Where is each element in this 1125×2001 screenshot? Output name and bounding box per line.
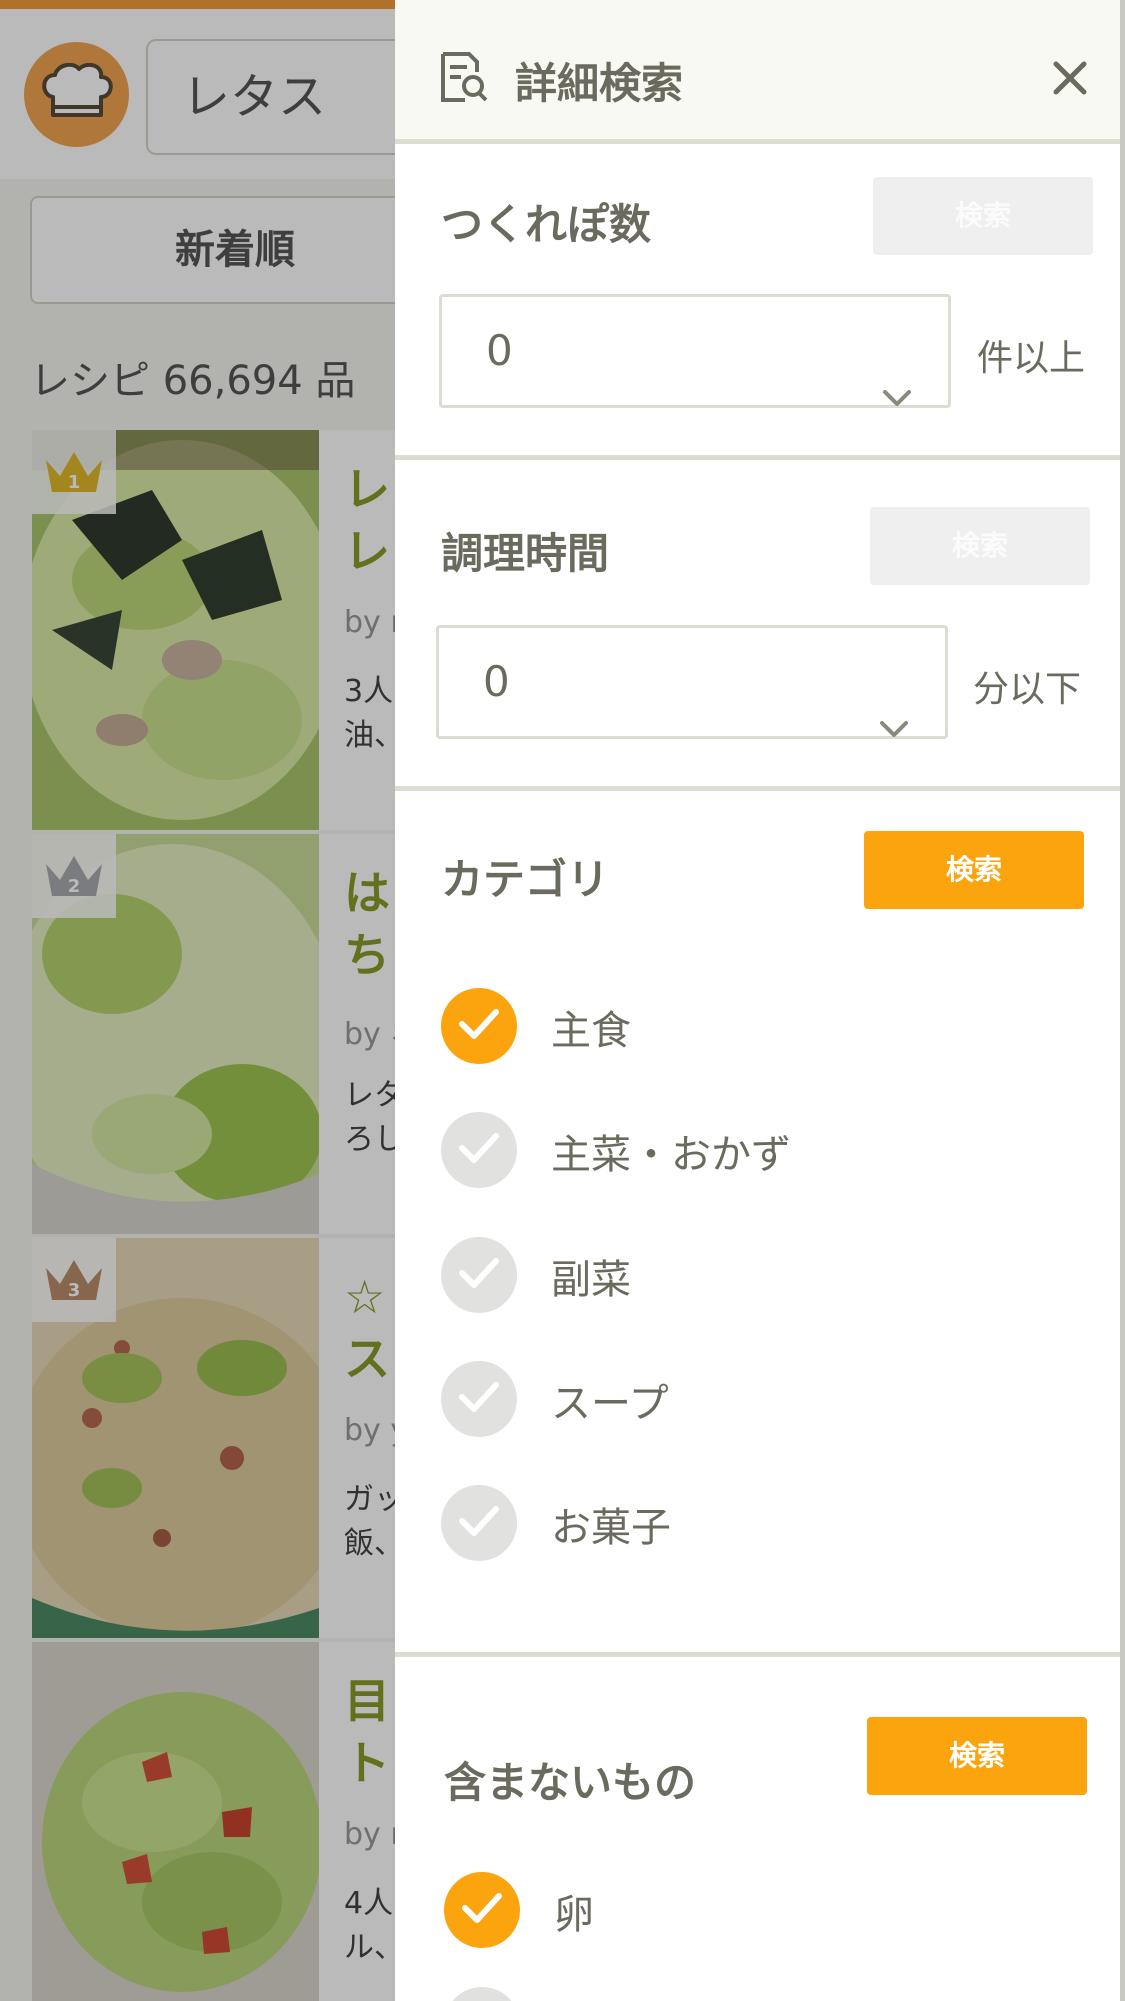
cooking-time-title: 調理時間 [441,529,610,578]
chevron-down-icon [882,339,912,447]
checkbox-unchecked[interactable] [441,1237,517,1313]
advanced-search-drawer: 詳細検索 つくれぽ数 検索 0 件以上 調理時間 検索 0 分以下 カテゴリ 検… [395,0,1125,2001]
category-title: カテゴリ [441,855,610,904]
checkbox-label: 卵 [554,1892,594,1938]
drawer-edge-shadow [1120,0,1125,2001]
checkbox-label: お菓子 [551,1505,671,1551]
cooking-time-select[interactable]: 0 [436,625,948,739]
checkmark-icon [460,1891,504,1929]
tsukurepo-search-button[interactable]: 検索 [873,177,1093,255]
checkmark-icon [457,1380,501,1418]
cooking-time-unit: 分以下 [973,669,1082,710]
checkbox-label: 副菜 [551,1257,631,1303]
drawer-header: 詳細検索 [395,0,1125,144]
tsukurepo-title: つくれぽ数 [441,200,652,249]
document-search-icon [439,50,489,108]
tsukurepo-select[interactable]: 0 [439,294,951,408]
checkbox-label: 主菜・おかず [551,1132,791,1178]
cooking-time-select-value: 0 [483,657,510,706]
chevron-down-icon [879,670,909,778]
checkbox-unchecked[interactable] [444,1987,520,2001]
checkbox-label: 主食 [551,1008,631,1054]
checkbox-unchecked[interactable] [441,1485,517,1561]
checkmark-icon [457,1131,501,1169]
tsukurepo-unit: 件以上 [977,338,1086,379]
exclude-section: 含まないもの 検索 卵 [395,1657,1125,2001]
category-section: カテゴリ 検索 主食 主菜・おかず 副菜 スープ お菓子 [395,791,1125,1651]
tsukurepo-section: つくれぽ数 検索 0 件以上 [395,149,1125,457]
tsukurepo-select-value: 0 [486,326,513,375]
cooking-time-search-button[interactable]: 検索 [870,507,1090,585]
category-search-button[interactable]: 検索 [864,831,1084,909]
checkbox-checked[interactable] [444,1872,520,1948]
checkmark-icon [457,1256,501,1294]
close-icon [1053,61,1087,99]
close-button[interactable] [1035,45,1105,115]
exclude-title: 含まないもの [444,1758,697,1807]
checkmark-icon [457,1007,501,1045]
exclude-search-button[interactable]: 検索 [867,1717,1087,1795]
checkbox-unchecked[interactable] [441,1112,517,1188]
cooking-time-section: 調理時間 検索 0 分以下 [395,460,1125,790]
checkbox-checked[interactable] [441,988,517,1064]
checkmark-icon [457,1504,501,1542]
drawer-title: 詳細検索 [515,59,684,108]
checkbox-unchecked[interactable] [441,1361,517,1437]
checkbox-label: スープ [551,1381,669,1427]
